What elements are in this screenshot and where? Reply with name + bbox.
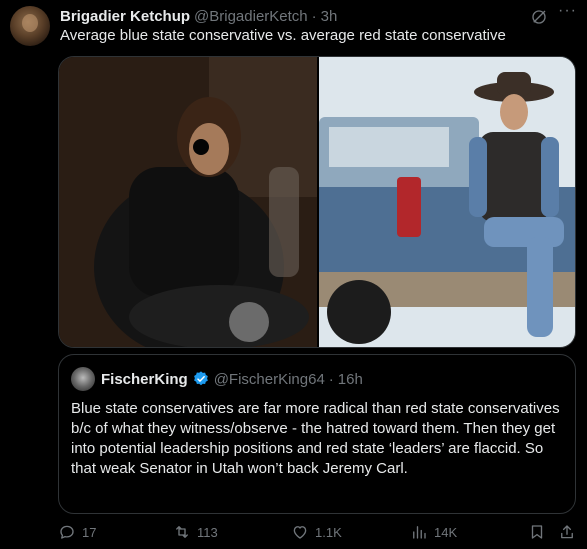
more-icon[interactable]: ··· bbox=[558, 3, 580, 22]
repost-button[interactable]: 113 bbox=[173, 522, 218, 542]
tweet-header: Brigadier Ketchup @BrigadierKetch · 3h bbox=[60, 6, 337, 26]
share-icon bbox=[561, 525, 573, 539]
verified-badge-icon bbox=[193, 371, 208, 386]
media-grid[interactable] bbox=[58, 56, 576, 348]
bookmark-button[interactable] bbox=[528, 522, 546, 542]
like-button[interactable]: 1.1K bbox=[291, 522, 342, 542]
quoted-author-display-name: FischerKing bbox=[101, 370, 188, 388]
quoted-author-handle: @FischerKing64 bbox=[213, 370, 325, 388]
header-separator: · bbox=[311, 7, 317, 25]
quoted-tweet-header: FischerKing @FischerKing64 · 16h bbox=[101, 368, 363, 390]
heart-icon bbox=[293, 526, 307, 539]
action-bar: 17 113 1.1K 14K bbox=[58, 522, 580, 542]
photo-biker-in-leather-jacket[interactable] bbox=[59, 57, 317, 347]
tweet-text: Average blue state conservative vs. aver… bbox=[60, 27, 506, 44]
quoted-tweet[interactable]: FischerKing @FischerKing64 · 16h Blue st… bbox=[58, 354, 576, 514]
quoted-tweet-text: Blue state conservatives are far more ra… bbox=[71, 400, 560, 477]
bookmark-icon bbox=[531, 525, 543, 539]
views-button[interactable]: 14K bbox=[410, 522, 457, 542]
photo-left-illustration bbox=[59, 57, 317, 347]
repost-icon bbox=[176, 526, 188, 538]
like-count: 1.1K bbox=[315, 524, 342, 540]
photo-cowboy-on-pickup-truck[interactable] bbox=[317, 57, 575, 347]
views-icon bbox=[413, 526, 426, 539]
repost-count: 113 bbox=[197, 524, 218, 540]
share-button[interactable] bbox=[558, 522, 576, 542]
author-display-name[interactable]: Brigadier Ketchup bbox=[60, 8, 190, 25]
quoted-author-avatar bbox=[71, 367, 95, 391]
grok-icon[interactable] bbox=[530, 8, 548, 26]
reply-button[interactable]: 17 bbox=[58, 522, 96, 542]
reply-icon bbox=[60, 525, 74, 539]
photo-right-illustration bbox=[319, 57, 575, 347]
tweet-timestamp[interactable]: 3h bbox=[321, 8, 338, 25]
reply-count: 17 bbox=[82, 524, 97, 540]
author-avatar[interactable] bbox=[10, 6, 50, 46]
author-handle[interactable]: @BrigadierKetch bbox=[194, 8, 308, 25]
quoted-timestamp: 16h bbox=[337, 370, 363, 388]
tweet[interactable]: Brigadier Ketchup @BrigadierKetch · 3h ·… bbox=[0, 0, 587, 549]
views-count: 14K bbox=[434, 524, 458, 540]
quoted-header-separator: · bbox=[328, 370, 334, 388]
